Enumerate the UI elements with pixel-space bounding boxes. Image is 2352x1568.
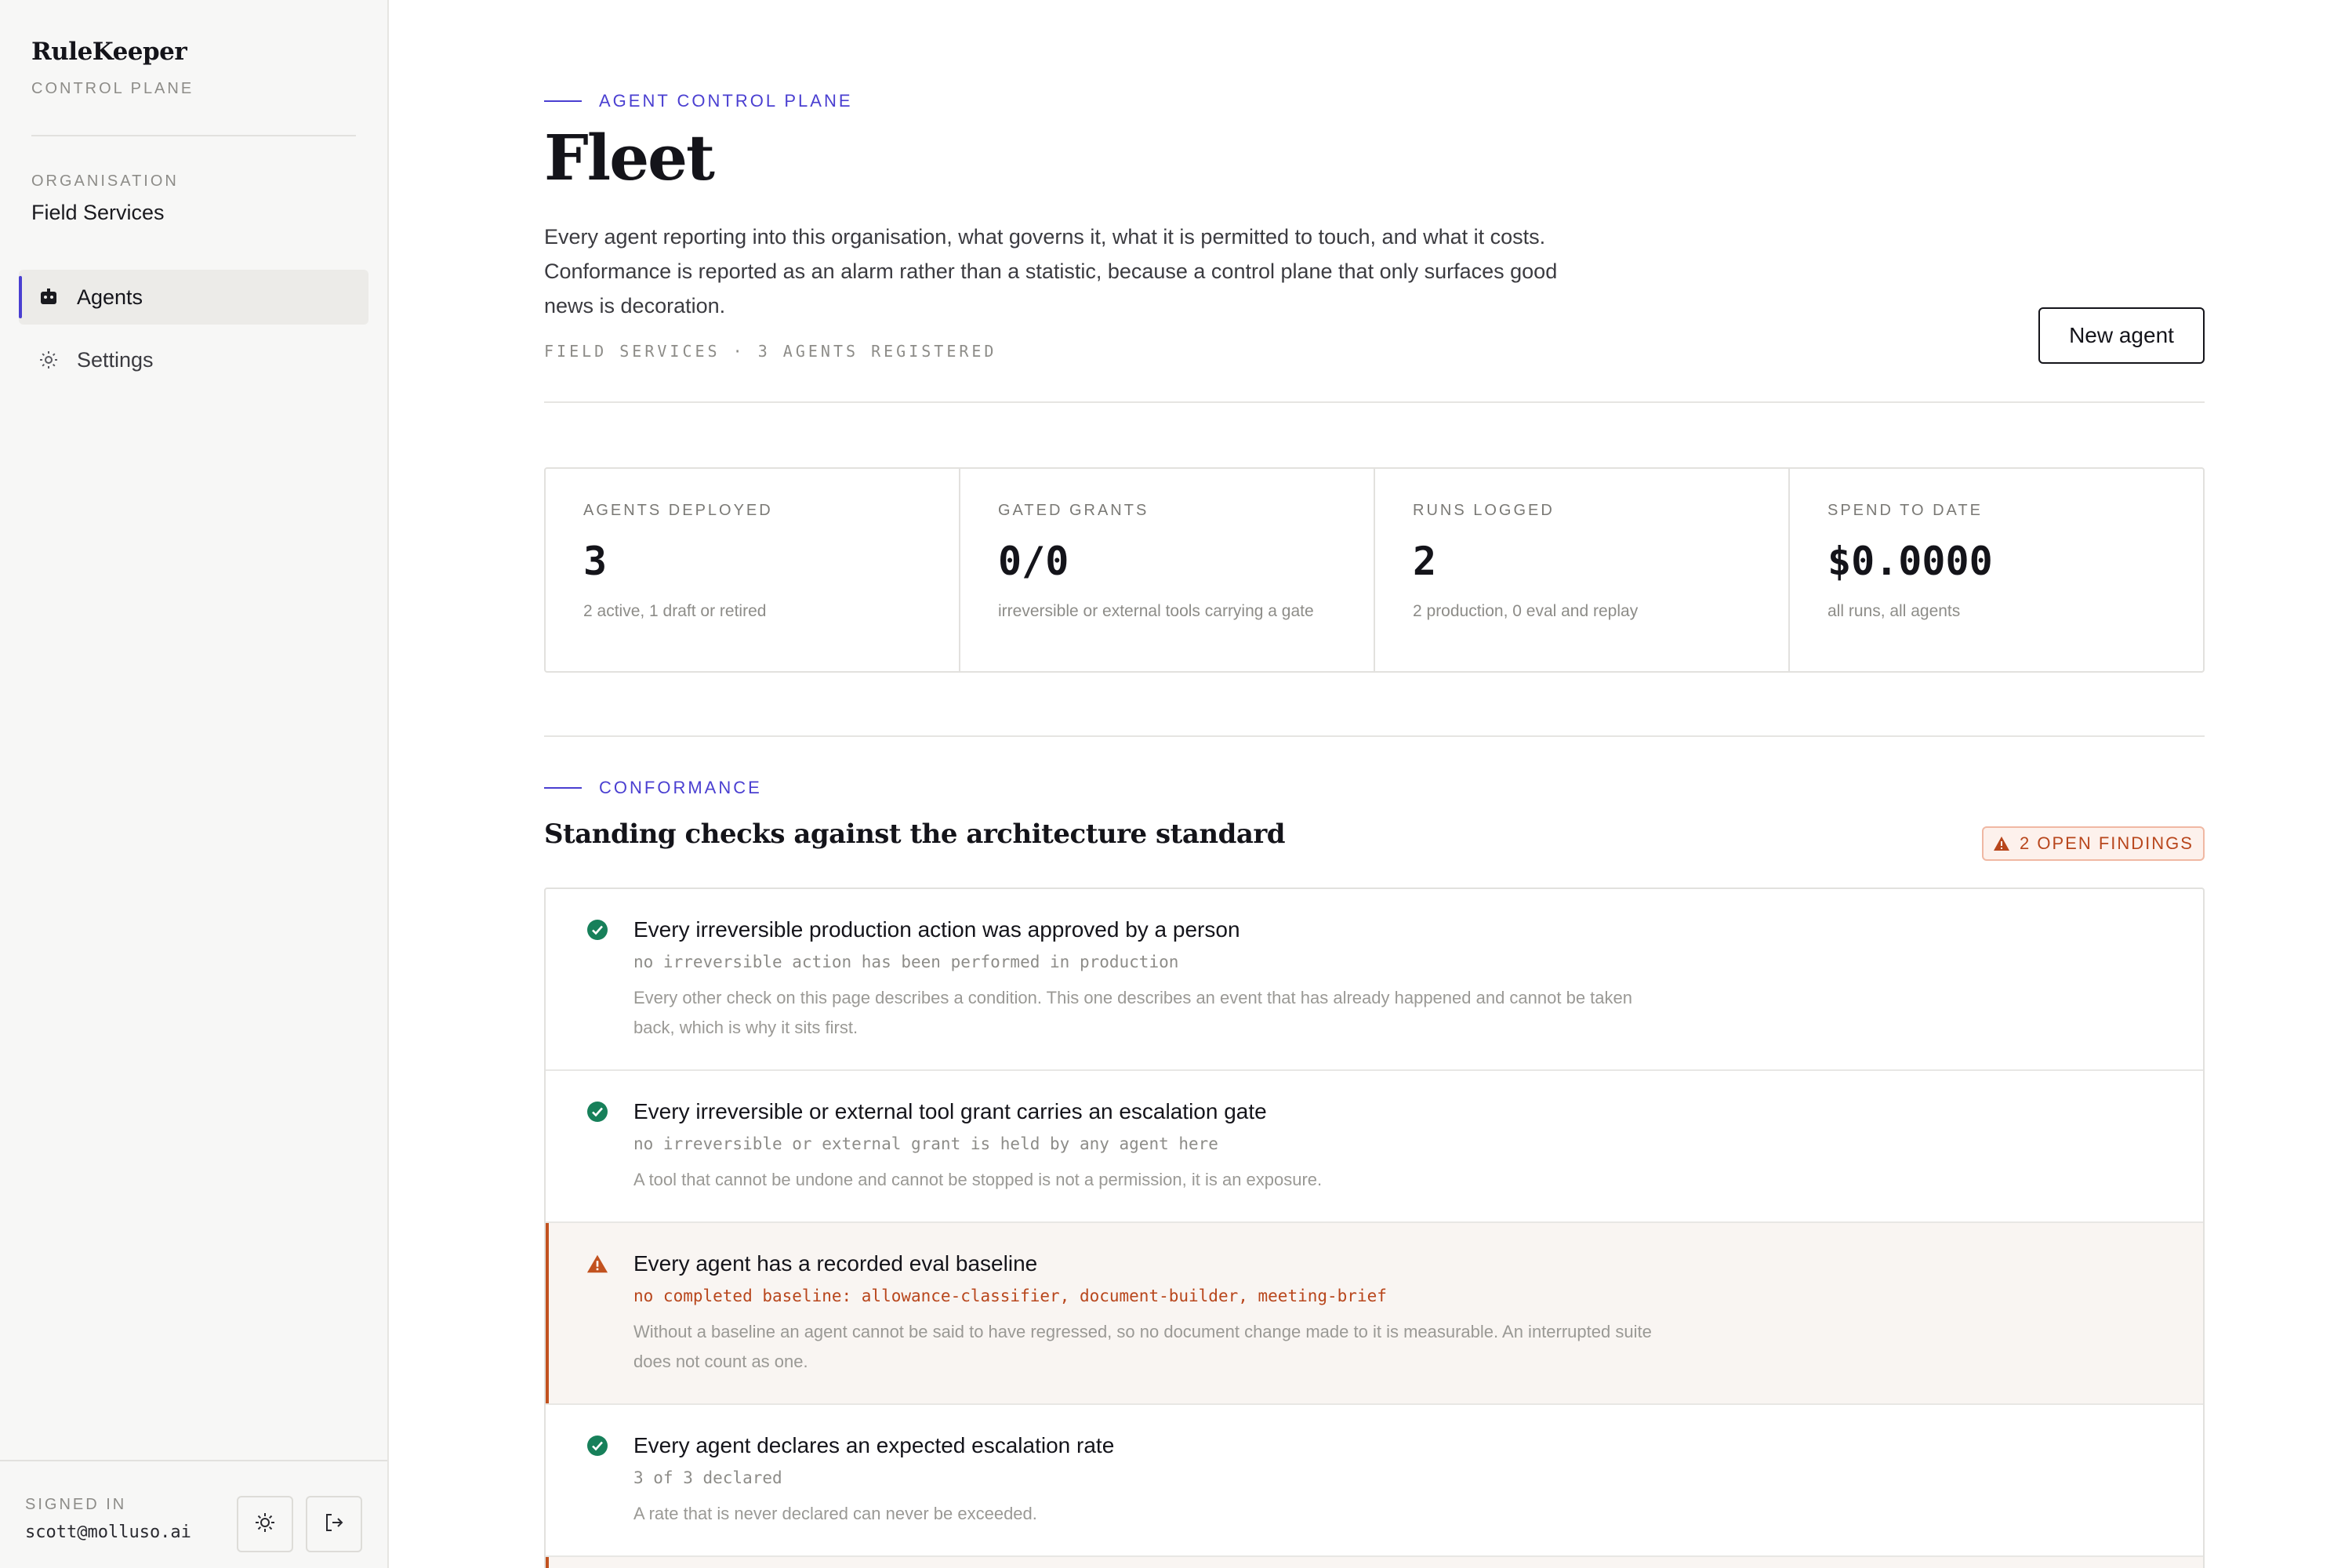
check-row-alert[interactable]: Every agent has a recorded eval baseline… xyxy=(546,1223,2203,1405)
stat-spend-to-date: SPEND TO DATE $0.0000 all runs, all agen… xyxy=(1790,469,2203,671)
sign-out-icon xyxy=(323,1512,345,1537)
stat-agents-deployed: AGENTS DEPLOYED 3 2 active, 1 draft or r… xyxy=(546,469,960,671)
stat-label: SPEND TO DATE xyxy=(1828,502,1983,519)
sidebar-item-label: Settings xyxy=(77,347,154,372)
stat-note: irreversible or external tools carrying … xyxy=(998,602,1314,620)
section-title: Standing checks against the architecture… xyxy=(544,818,1286,850)
sidebar-item-label: Agents xyxy=(77,285,143,309)
open-findings-badge[interactable]: 2 OPEN FINDINGS xyxy=(1982,826,2205,861)
new-agent-button[interactable]: New agent xyxy=(2038,307,2205,364)
stat-value: 3 xyxy=(583,539,608,584)
check-detail: 3 of 3 declared xyxy=(633,1468,782,1487)
stat-label: RUNS LOGGED xyxy=(1413,502,1555,519)
check-detail: no irreversible action has been performe… xyxy=(633,953,1179,971)
agent-icon xyxy=(38,286,60,308)
check-description: A tool that cannot be undone and cannot … xyxy=(633,1170,1323,1189)
check-description: A rate that is never declared can never … xyxy=(633,1504,1037,1523)
check-title: Every irreversible or external tool gran… xyxy=(633,1099,1267,1123)
sign-out-button[interactable] xyxy=(306,1496,362,1552)
check-row[interactable]: Every agent declares an expected escalat… xyxy=(546,1405,2203,1557)
stat-gated-grants: GATED GRANTS 0/0 irreversible or externa… xyxy=(960,469,1375,671)
organisation-label: ORGANISATION xyxy=(31,172,179,190)
stat-note: 2 active, 1 draft or retired xyxy=(583,602,767,620)
check-detail: no irreversible or external grant is hel… xyxy=(633,1134,1218,1153)
sidebar: RuleKeeper CONTROL PLANE ORGANISATION Fi… xyxy=(0,0,389,1568)
stat-value: $0.0000 xyxy=(1828,539,1993,584)
check-pass-icon xyxy=(586,1435,608,1457)
signed-in-label: SIGNED IN xyxy=(25,1496,127,1513)
check-title: Every irreversible production action was… xyxy=(633,917,1240,942)
section-eyebrow: CONFORMANCE xyxy=(544,778,762,798)
checks-list: Every irreversible production action was… xyxy=(544,887,2205,1568)
sidebar-item-settings[interactable]: Settings xyxy=(19,332,368,387)
brand-subtitle: CONTROL PLANE xyxy=(31,80,194,97)
gear-icon xyxy=(38,349,60,371)
check-row[interactable]: Every irreversible production action was… xyxy=(546,889,2203,1071)
check-title: Every agent has a recorded eval baseline xyxy=(633,1251,1038,1276)
page-meta: FIELD SERVICES · 3 AGENTS REGISTERED xyxy=(544,342,997,361)
sun-icon xyxy=(254,1512,276,1537)
stat-value: 0/0 xyxy=(998,539,1069,584)
check-description: Without a baseline an agent cannot be sa… xyxy=(633,1322,1652,1371)
findings-label: 2 OPEN FINDINGS xyxy=(2020,833,2194,853)
sidebar-footer: SIGNED IN scott@molluso.ai xyxy=(0,1460,387,1568)
stat-value: 2 xyxy=(1413,539,1437,584)
page-eyebrow: AGENT CONTROL PLANE xyxy=(544,91,853,111)
check-pass-icon xyxy=(586,919,608,941)
check-pass-icon xyxy=(586,1101,608,1123)
check-detail: no completed baseline: allowance-classif… xyxy=(633,1287,1387,1305)
check-row-alert[interactable] xyxy=(546,1557,2203,1568)
warning-icon xyxy=(586,1253,608,1275)
signed-in-email: scott@molluso.ai xyxy=(25,1523,191,1542)
stat-label: AGENTS DEPLOYED xyxy=(583,502,773,519)
sidebar-item-agents[interactable]: Agents xyxy=(19,270,368,325)
page-description: Every agent reporting into this organisa… xyxy=(544,225,1558,318)
check-row[interactable]: Every irreversible or external tool gran… xyxy=(546,1071,2203,1223)
page-title: Fleet xyxy=(544,121,715,194)
divider xyxy=(544,735,2205,737)
stat-label: GATED GRANTS xyxy=(998,502,1149,519)
sidebar-divider xyxy=(31,135,356,136)
organisation-name[interactable]: Field Services xyxy=(31,201,165,225)
stat-note: all runs, all agents xyxy=(1828,602,1961,620)
brand-name: RuleKeeper xyxy=(31,38,187,66)
stat-note: 2 production, 0 eval and replay xyxy=(1413,602,1639,620)
stats-panel: AGENTS DEPLOYED 3 2 active, 1 draft or r… xyxy=(544,467,2205,673)
stat-runs-logged: RUNS LOGGED 2 2 production, 0 eval and r… xyxy=(1375,469,1790,671)
theme-toggle-button[interactable] xyxy=(237,1496,293,1552)
warning-icon xyxy=(1993,836,2010,851)
check-description: Every other check on this page describes… xyxy=(633,988,1632,1037)
check-title: Every agent declares an expected escalat… xyxy=(633,1433,1115,1457)
brand: RuleKeeper CONTROL PLANE xyxy=(31,38,194,98)
divider xyxy=(544,401,2205,403)
